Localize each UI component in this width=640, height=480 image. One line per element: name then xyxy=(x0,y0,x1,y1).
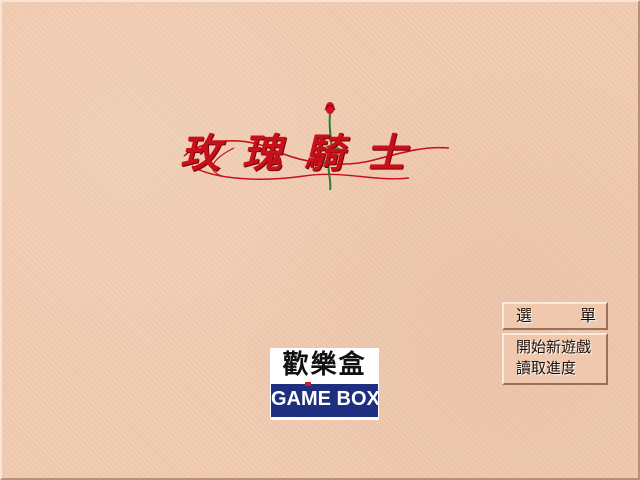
logo-red-marker xyxy=(305,382,311,386)
load-game-option[interactable]: 讀取進度 xyxy=(516,358,606,378)
game-title-logo: 玫瑰騎士 xyxy=(174,98,474,198)
menu-header-char-1: 選 xyxy=(516,306,533,325)
menu-header-char-2: 單 xyxy=(580,306,597,325)
publisher-logo: 歡樂盒 GAME BOX xyxy=(270,348,380,420)
new-game-option[interactable]: 開始新遊戲 xyxy=(516,337,606,357)
title-screen: 玫瑰騎士 歡樂盒 GAME BOX 選 單 開始新遊戲 讀取進度 xyxy=(0,0,640,480)
logo-underline xyxy=(271,414,378,417)
game-title-text: 玫瑰騎士 xyxy=(180,130,428,177)
menu-panel: 開始新遊戲 讀取進度 xyxy=(502,333,608,385)
publisher-chinese-name: 歡樂盒 xyxy=(282,350,367,380)
menu-header-label: 選 單 xyxy=(504,304,606,328)
publisher-english-name: GAME BOX xyxy=(271,384,380,414)
menu-header: 選 單 xyxy=(502,302,608,330)
